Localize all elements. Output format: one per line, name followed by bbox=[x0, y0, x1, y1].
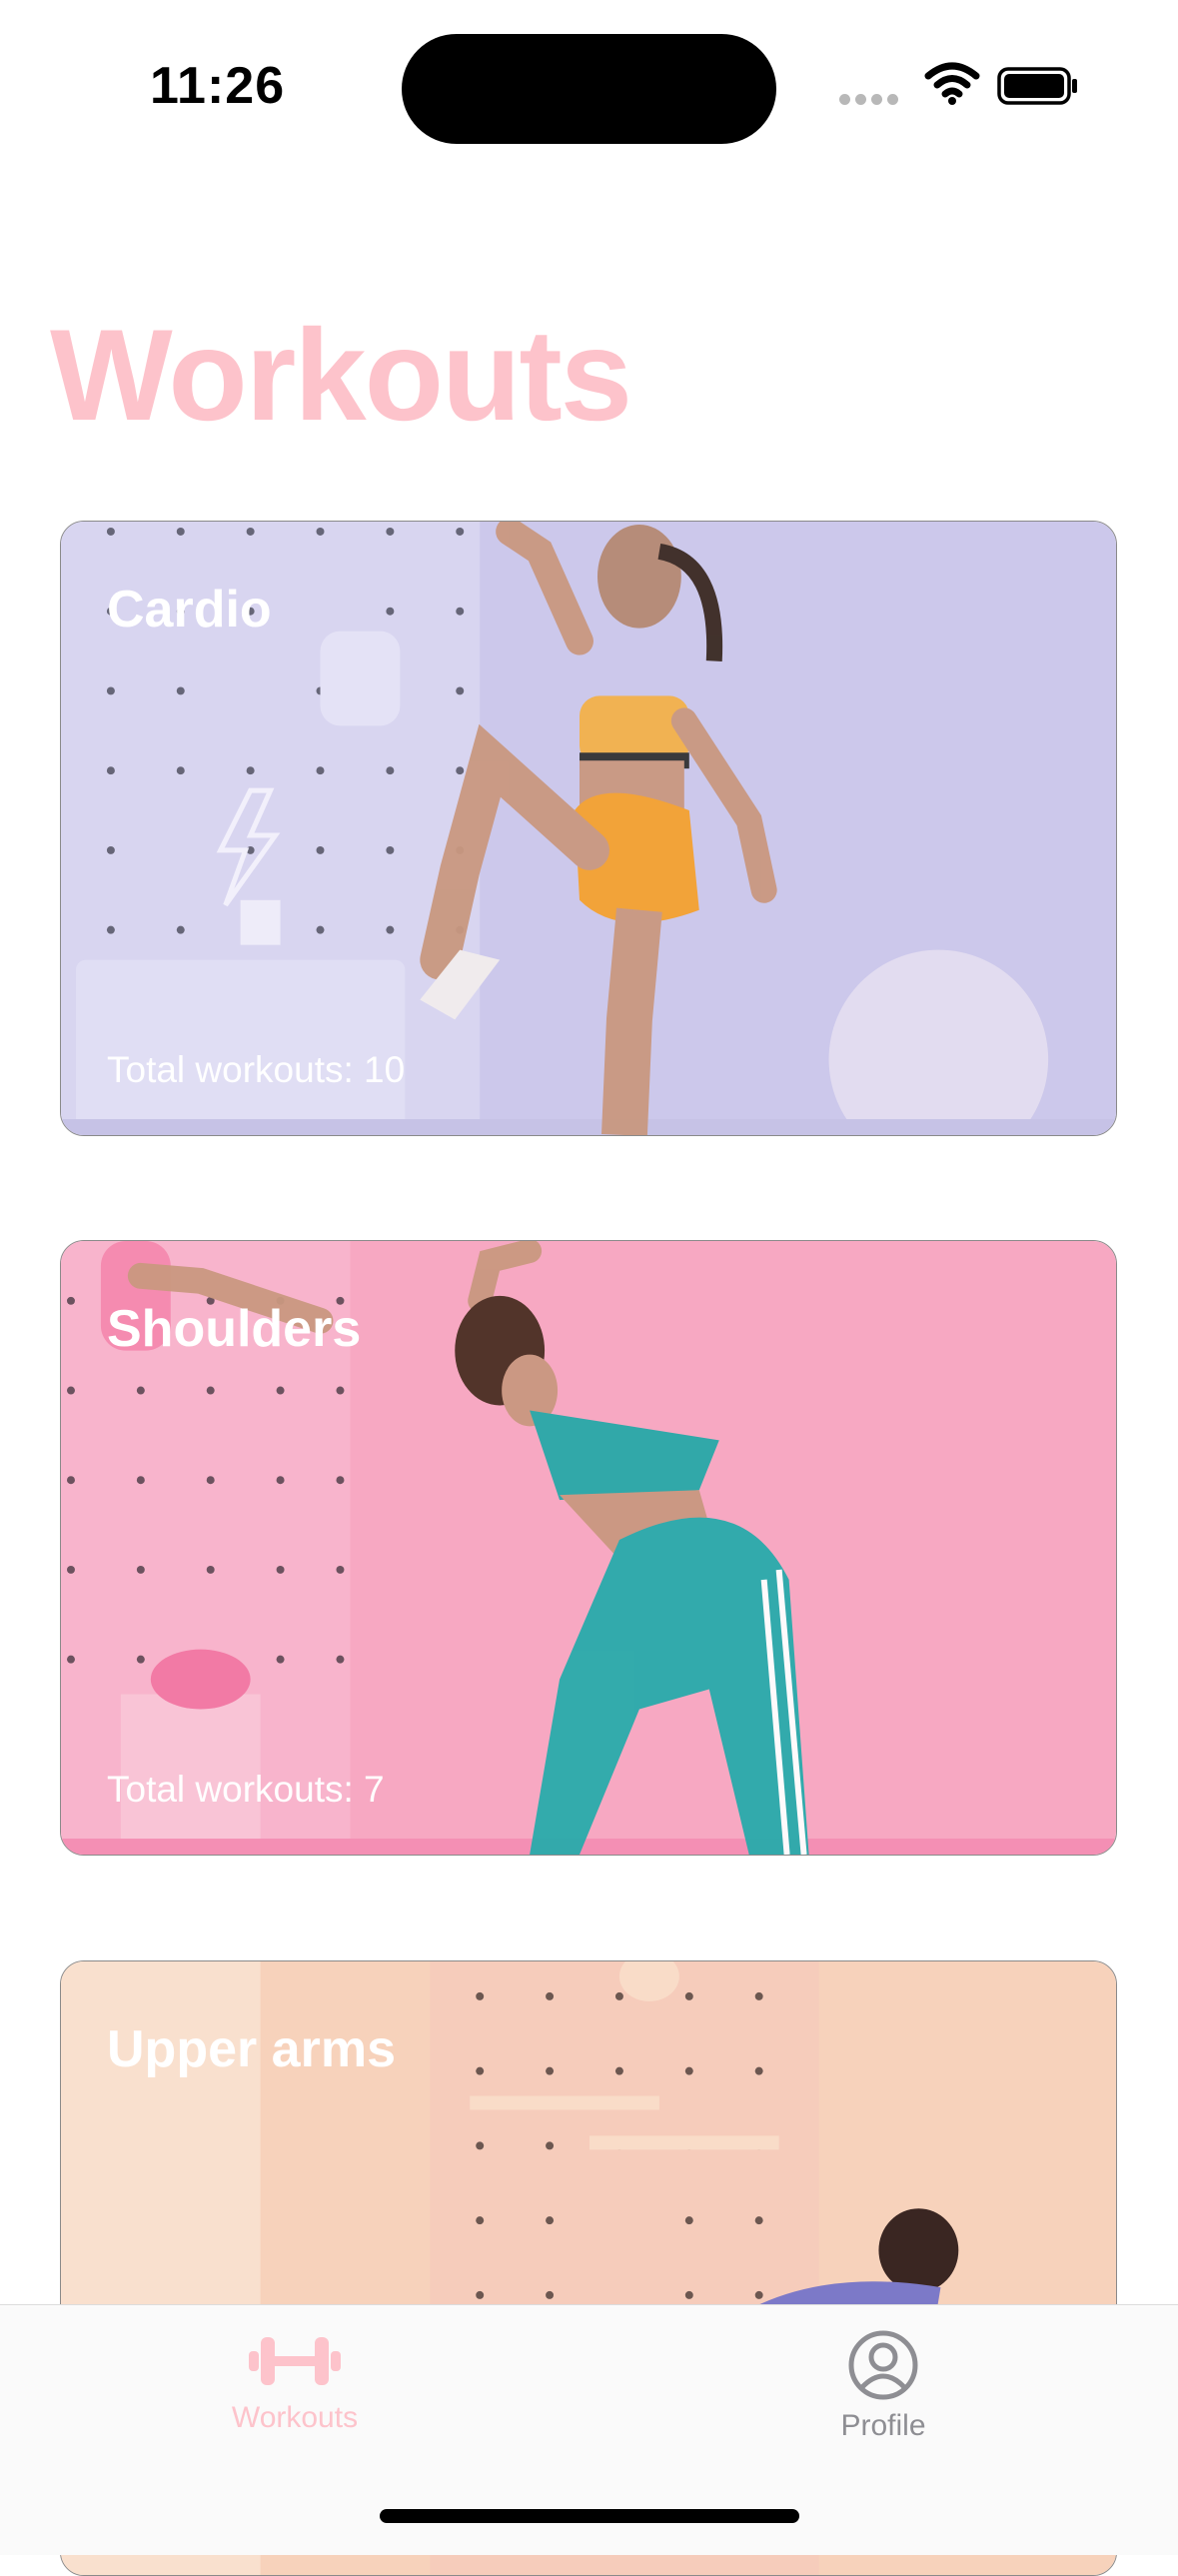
status-bar: 11:26 bbox=[0, 0, 1178, 150]
card-title: Cardio bbox=[107, 581, 272, 639]
category-card-shoulders[interactable]: Shoulders Total workouts: 7 bbox=[60, 1240, 1117, 1856]
wifi-icon bbox=[924, 62, 980, 105]
status-icons bbox=[839, 62, 1089, 112]
person-circle-icon bbox=[848, 2330, 918, 2400]
battery-icon bbox=[997, 67, 1077, 105]
card-title: Upper arms bbox=[107, 2020, 396, 2078]
tab-label: Profile bbox=[840, 2409, 926, 2442]
signal-dots-icon bbox=[839, 92, 903, 110]
category-card-cardio[interactable]: Cardio Total workouts: 10 bbox=[60, 521, 1117, 1136]
tab-profile[interactable]: Profile bbox=[753, 2329, 1013, 2479]
dynamic-island bbox=[402, 34, 776, 144]
tab-label: Workouts bbox=[231, 2401, 359, 2434]
home-indicator bbox=[380, 2509, 799, 2523]
dumbbell-icon bbox=[249, 2337, 341, 2385]
card-workout-count: Total workouts: 10 bbox=[107, 1049, 406, 1090]
card-title: Shoulders bbox=[107, 1300, 362, 1358]
tab-workouts[interactable]: Workouts bbox=[165, 2329, 425, 2479]
page-title: Workouts bbox=[50, 302, 632, 448]
status-time: 11:26 bbox=[150, 57, 286, 115]
card-workout-count: Total workouts: 7 bbox=[107, 1769, 385, 1810]
